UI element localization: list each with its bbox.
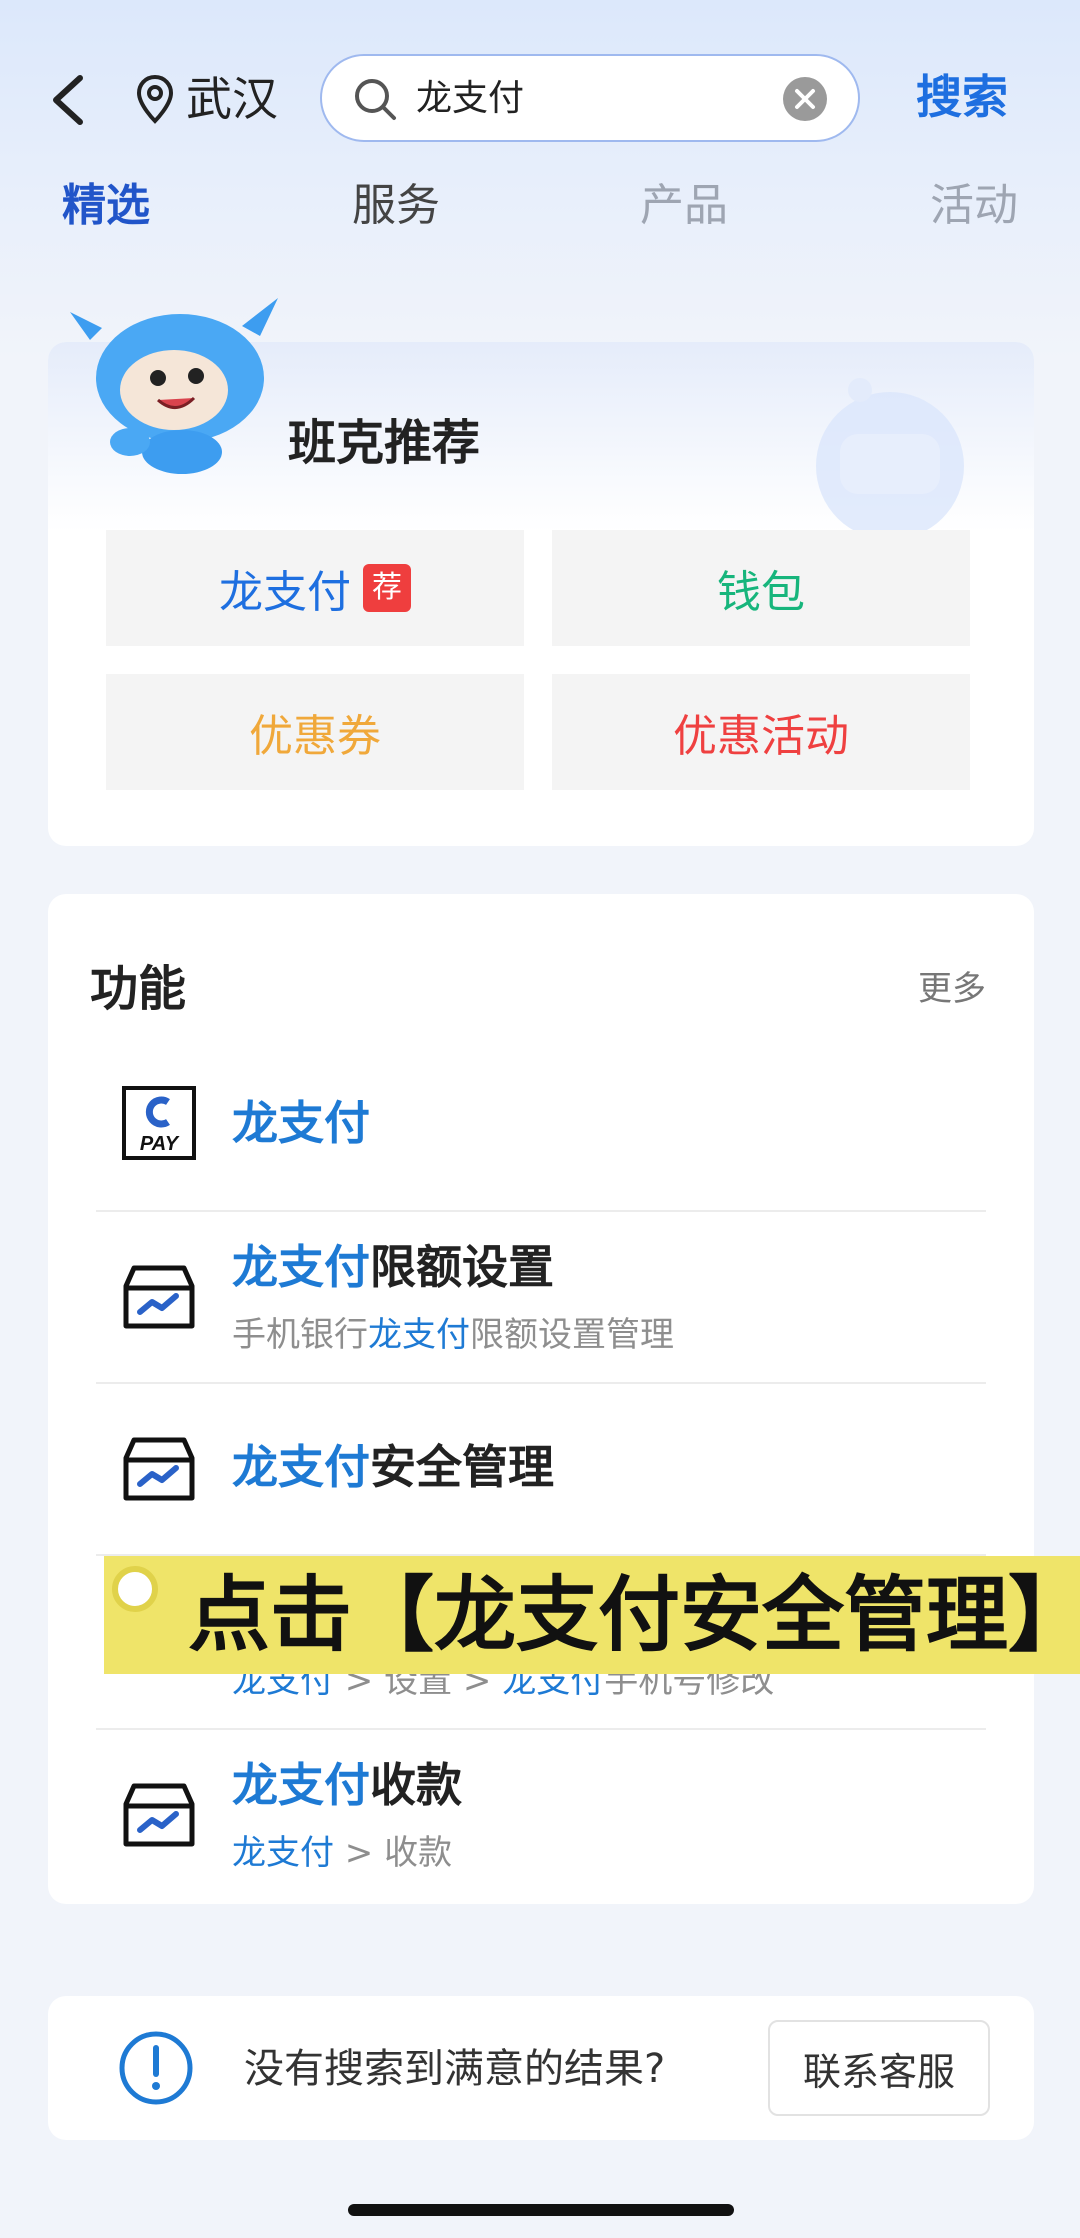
box-chart-icon [123,1437,195,1501]
no-result-message: 没有搜索到满意的结果? [244,2046,666,2092]
search-icon [355,79,396,120]
mascot-image [70,298,278,474]
function-row-security-management[interactable]: 龙支付安全管理 [232,1436,554,1498]
clear-icon[interactable] [782,76,828,122]
recommend-badge: 荐 [363,564,411,612]
instruction-text: 点击【龙支付安全管理】 [188,1568,1080,1663]
recommend-title: 班克推荐 [288,415,481,471]
recommend-item-wallet[interactable]: 钱包 [552,530,970,646]
function-row-subtitle: 手机银行龙支付限额设置管理 [232,1315,674,1355]
tab-activities[interactable]: 活动 [930,176,1018,236]
divider [96,1382,986,1384]
divider [96,1210,986,1212]
recommend-item-label: 钱包 [717,567,805,618]
recommend-item-coupon[interactable]: 优惠券 [106,674,524,790]
box-chart-icon [123,1265,195,1329]
function-row-longpay[interactable]: 龙支付 [232,1092,370,1154]
search-box[interactable]: 龙支付 [320,54,860,142]
home-indicator[interactable] [348,2204,734,2216]
divider [96,1728,986,1730]
search-button[interactable]: 搜索 [916,66,1008,128]
recommend-item-label: 优惠活动 [673,711,849,762]
tab-featured[interactable]: 精选 [62,176,150,236]
recommend-item-promotions[interactable]: 优惠活动 [552,674,970,790]
cpay-icon: PAY [122,1086,196,1160]
function-section-title: 功能 [90,961,187,1017]
recommend-item-longpay[interactable]: 龙支付 荐 [106,530,524,646]
function-card [48,894,1034,1904]
city-selector[interactable]: 武汉 [186,68,278,130]
decoration-graphic [816,378,964,540]
tab-products[interactable]: 产品 [640,176,728,236]
recommend-item-label: 优惠券 [249,711,381,762]
more-link[interactable]: 更多 [918,966,986,1012]
contact-service-button[interactable]: 联系客服 [768,2020,990,2116]
info-icon [119,2031,193,2105]
svg-text:PAY: PAY [140,1133,180,1155]
function-row-limit-settings[interactable]: 龙支付限额设置 [232,1236,554,1298]
function-row-collect-payment[interactable]: 龙支付收款 [232,1754,462,1816]
recommend-item-label: 龙支付 [219,567,351,618]
location-pin-icon[interactable] [136,74,174,124]
function-row-subtitle: 龙支付 > 收款 [232,1833,453,1873]
pin-dot-icon [112,1566,158,1612]
tab-services[interactable]: 服务 [352,176,440,236]
back-arrow-icon[interactable] [48,72,88,128]
box-chart-icon [123,1783,195,1847]
search-input[interactable]: 龙支付 [416,68,524,130]
